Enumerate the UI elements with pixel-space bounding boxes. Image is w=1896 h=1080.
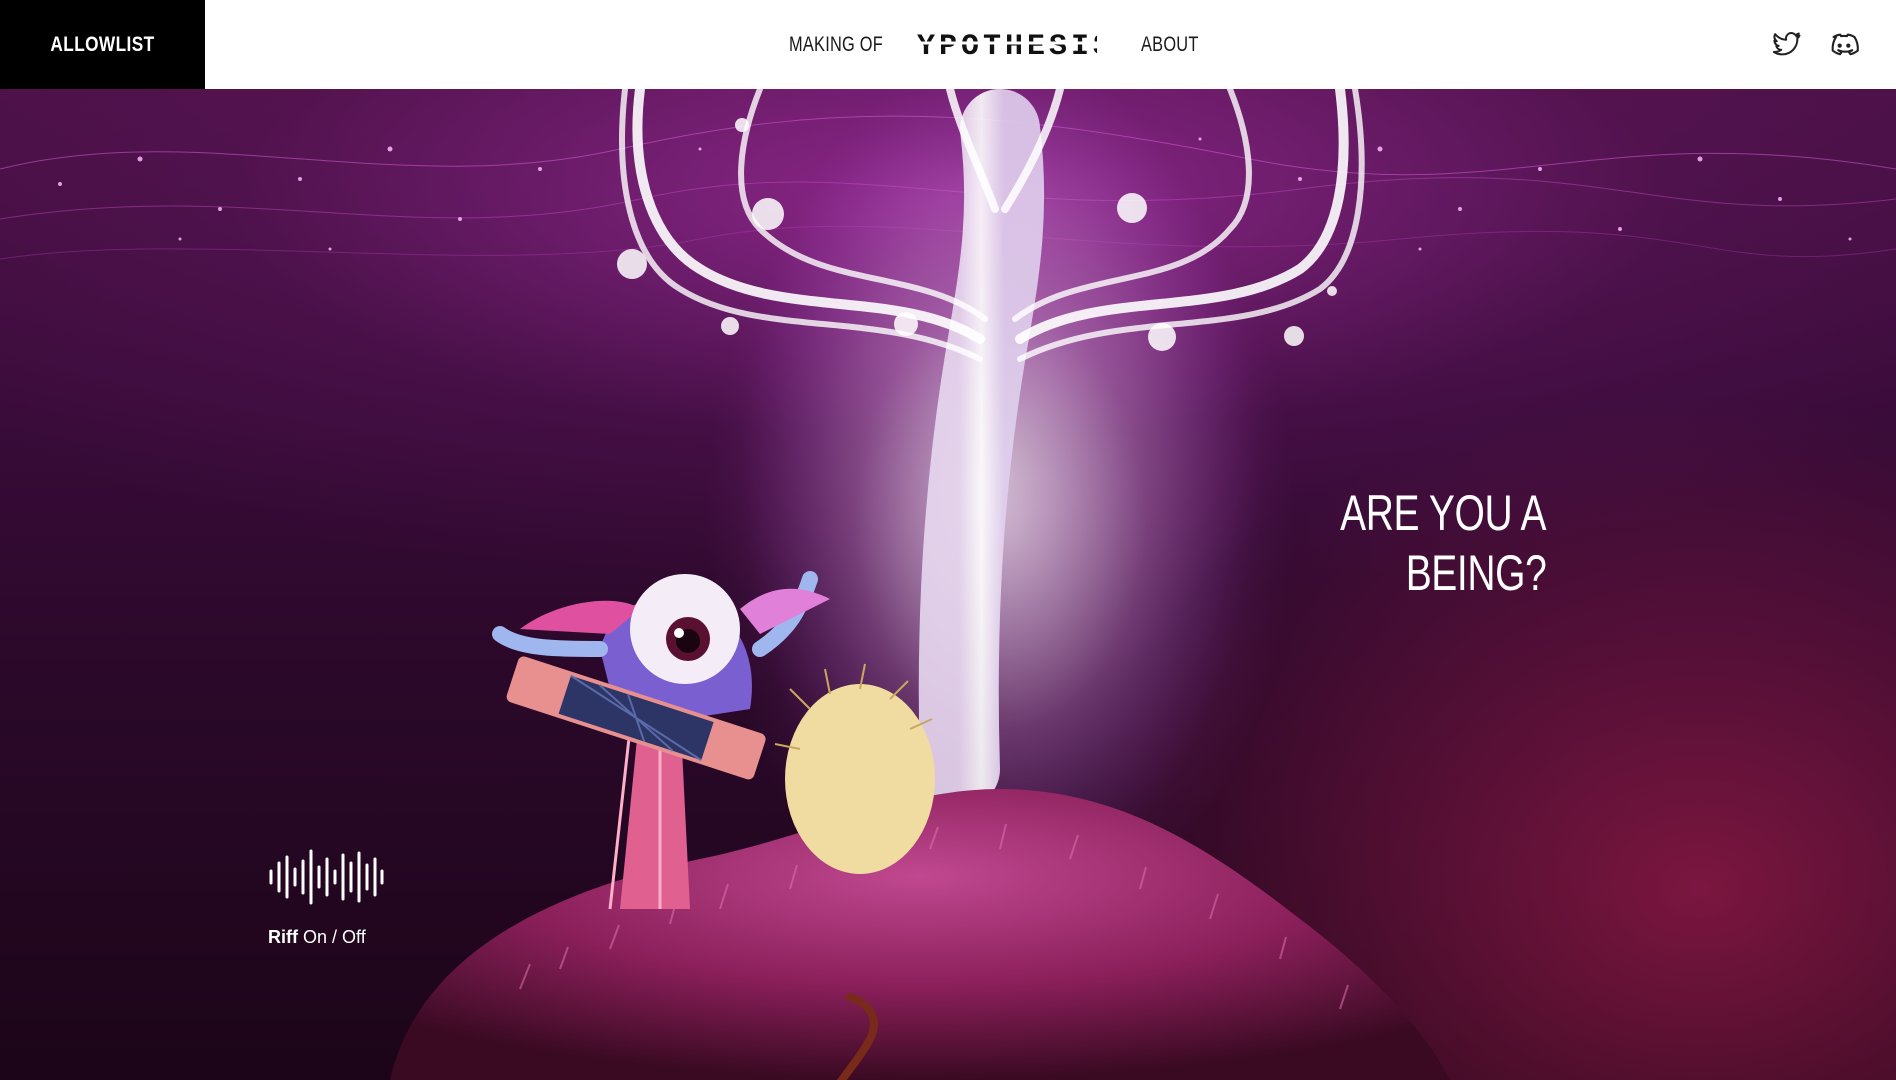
discord-glyph: [1831, 33, 1859, 56]
allowlist-button[interactable]: ALLOWLIST: [0, 0, 205, 89]
headline-line-1: ARE YOU A: [1339, 485, 1546, 541]
twitter-icon[interactable]: [1772, 30, 1802, 60]
hypothesis-logo[interactable]: HYPOTHESIS: [895, 27, 1111, 64]
nav-making-of-link[interactable]: MAKING OF: [789, 33, 883, 57]
hero-scene: ARE YOU A BEING? Riff On / Off: [0, 89, 1896, 1080]
nav-making-of: MAKING OF: [789, 0, 910, 89]
logo-text: HYPOTHESIS: [913, 30, 1097, 61]
riff-on-off[interactable]: On / Off: [303, 927, 366, 947]
riff-toggle[interactable]: Riff On / Off: [268, 849, 388, 948]
nav-about-link[interactable]: ABOUT: [1141, 33, 1199, 57]
riff-label: Riff On / Off: [268, 927, 388, 948]
twitter-glyph: [1772, 32, 1801, 56]
hypothesis-logo-wordmark: HYPOTHESIS: [895, 30, 1111, 64]
top-navigation-bar: ALLOWLIST MAKING OF HYPOTHESIS ABOUT: [0, 0, 1896, 89]
discord-icon[interactable]: [1828, 30, 1859, 60]
riff-title: Riff: [268, 927, 298, 947]
soundwave-icon: [269, 849, 384, 905]
hero-headline: ARE YOU A BEING?: [1226, 483, 1546, 603]
nav-about: ABOUT: [1141, 0, 1215, 89]
allowlist-label: ALLOWLIST: [50, 32, 155, 56]
headline-line-2: BEING?: [1405, 545, 1546, 601]
